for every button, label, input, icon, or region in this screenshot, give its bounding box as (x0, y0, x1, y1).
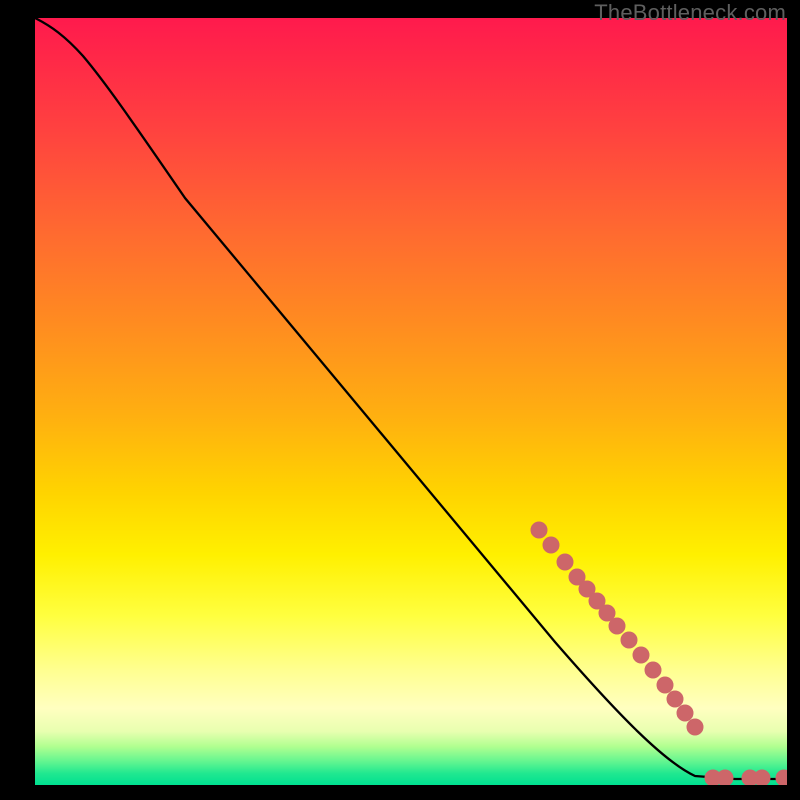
marker-group-diagonal (531, 522, 703, 735)
plot-area (35, 18, 787, 785)
chart-frame: TheBottleneck.com (0, 0, 800, 800)
watermark-text: TheBottleneck.com (594, 0, 786, 26)
chart-svg (35, 18, 787, 785)
marker-group-bottom (705, 770, 787, 785)
curve-line (35, 18, 787, 779)
